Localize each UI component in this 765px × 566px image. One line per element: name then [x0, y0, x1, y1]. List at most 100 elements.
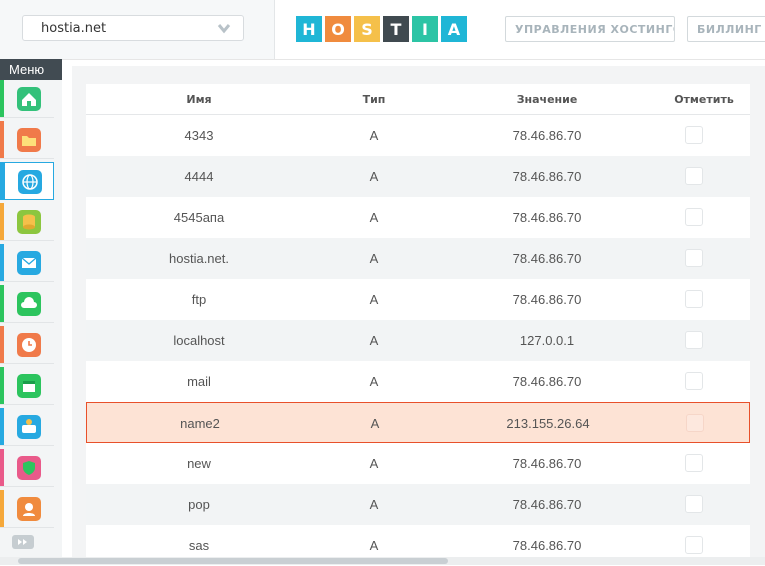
- logo-letter: S: [354, 16, 380, 42]
- nav-hosting-management-label: УПРАВЛЕНИЯ ХОСТИНГОМ: [515, 22, 674, 36]
- sidebar-item-folder[interactable]: [0, 121, 54, 159]
- table-row[interactable]: 4343 A 78.46.86.70: [86, 115, 750, 156]
- sidebar-item-stripe: [0, 203, 4, 240]
- support-user-icon: [17, 497, 41, 521]
- row-checkbox[interactable]: [685, 331, 703, 349]
- table-row[interactable]: ftp A 78.46.86.70: [86, 279, 750, 320]
- header-divider: [274, 0, 275, 59]
- clock-icon: [17, 333, 41, 357]
- sidebar-item-shield[interactable]: [0, 449, 54, 487]
- calendar-icon: [17, 374, 41, 398]
- table-row[interactable]: 4444 A 78.46.86.70: [86, 156, 750, 197]
- folder-icon: [17, 128, 41, 152]
- dns-records-table: Имя Тип Значение Отметить 4343 A 78.46.86.…: [86, 84, 750, 566]
- cell-value: 78.46.86.70: [512, 251, 582, 266]
- database-icon: [17, 210, 41, 234]
- row-checkbox[interactable]: [685, 454, 703, 472]
- domain-select-value: hostia.net: [41, 21, 107, 36]
- cell-name: 4343: [184, 128, 214, 143]
- row-checkbox[interactable]: [685, 208, 703, 226]
- www-globe-icon: [18, 170, 42, 194]
- sidebar-item-database[interactable]: [0, 203, 54, 241]
- sidebar-item-stripe: [0, 244, 4, 281]
- sidebar-item-stripe: [0, 408, 4, 445]
- cell-type: A: [369, 456, 379, 471]
- table-row[interactable]: pop A 78.46.86.70: [86, 484, 750, 525]
- sidebar-item-php[interactable]: [0, 408, 54, 446]
- sidebar-item-stripe: [0, 326, 4, 363]
- col-header-value[interactable]: Значение: [436, 84, 658, 114]
- logo-letter: A: [441, 16, 467, 42]
- cell-type: A: [369, 169, 379, 184]
- table-row[interactable]: new A 78.46.86.70: [86, 443, 750, 484]
- row-checkbox[interactable]: [685, 536, 703, 554]
- logo-letter: H: [296, 16, 322, 42]
- sidebar-item-home[interactable]: [0, 80, 54, 118]
- sidebar-expand-button[interactable]: [12, 535, 34, 549]
- fast-forward-icon: [18, 539, 27, 545]
- sidebar-item-stripe: [0, 367, 4, 404]
- sidebar-item-stripe: [0, 449, 4, 486]
- table-row[interactable]: hostia.net. A 78.46.86.70: [86, 238, 750, 279]
- cell-value: 213.155.26.64: [506, 416, 590, 431]
- cell-name: mail: [187, 374, 211, 389]
- nav-hosting-management[interactable]: УПРАВЛЕНИЯ ХОСТИНГОМ: [505, 16, 675, 42]
- sidebar-item-stripe: [0, 80, 4, 117]
- cell-type: A: [370, 416, 380, 431]
- sidebar-item-clock[interactable]: [0, 326, 54, 364]
- row-checkbox[interactable]: [685, 249, 703, 267]
- chevron-down-icon: [217, 24, 231, 34]
- php-icon: [17, 415, 41, 439]
- cell-value: 78.46.86.70: [512, 374, 582, 389]
- mail-icon: [17, 251, 41, 275]
- cell-type: A: [369, 374, 379, 389]
- table-row[interactable]: name2 A 213.155.26.64: [86, 402, 750, 443]
- sidebar-item-mail[interactable]: [0, 244, 54, 282]
- sidebar-item-support-user[interactable]: [0, 490, 54, 528]
- cell-type: A: [369, 292, 379, 307]
- row-checkbox[interactable]: [685, 495, 703, 513]
- table-row[interactable]: 4545апа A 78.46.86.70: [86, 197, 750, 238]
- sidebar-item-stripe: [0, 490, 4, 527]
- cell-name: name2: [180, 416, 220, 431]
- menu-label: Меню: [0, 59, 62, 80]
- col-header-name[interactable]: Имя: [86, 84, 312, 114]
- row-checkbox[interactable]: [686, 414, 704, 432]
- logo-letter: I: [412, 16, 438, 42]
- cell-value: 78.46.86.70: [512, 456, 582, 471]
- cell-value: 78.46.86.70: [512, 497, 582, 512]
- cell-value: 78.46.86.70: [512, 292, 582, 307]
- nav-billing[interactable]: БИЛЛИНГ П: [687, 16, 765, 42]
- hostia-logo[interactable]: HOSTIA: [296, 16, 470, 42]
- sidebar-item-stripe: [0, 121, 4, 158]
- cell-type: A: [369, 210, 379, 225]
- cell-name: ftp: [191, 292, 207, 307]
- cell-type: A: [369, 333, 379, 348]
- sidebar-item-stripe: [0, 285, 4, 322]
- sidebar-item-www-globe[interactable]: [0, 162, 54, 200]
- logo-letter: O: [325, 16, 351, 42]
- sidebar-item-ftp-cloud[interactable]: [0, 285, 54, 323]
- top-bar: hostia.net HOSTIA УПРАВЛЕНИЯ ХОСТИНГОМ Б…: [0, 0, 765, 60]
- domain-select[interactable]: hostia.net: [22, 15, 244, 41]
- row-checkbox[interactable]: [685, 167, 703, 185]
- row-checkbox[interactable]: [685, 290, 703, 308]
- row-checkbox[interactable]: [685, 126, 703, 144]
- sidebar-item-calendar[interactable]: [0, 367, 54, 405]
- table-row[interactable]: localhost A 127.0.0.1: [86, 320, 750, 361]
- shield-icon: [17, 456, 41, 480]
- cell-value: 78.46.86.70: [512, 210, 582, 225]
- home-icon: [17, 87, 41, 111]
- table-header: Имя Тип Значение Отметить: [86, 84, 750, 115]
- horizontal-scrollbar[interactable]: [0, 557, 765, 565]
- sidebar-item-stripe: [1, 163, 5, 199]
- col-header-type[interactable]: Тип: [312, 84, 436, 114]
- logo-letter: T: [383, 16, 409, 42]
- row-checkbox[interactable]: [685, 372, 703, 390]
- cell-type: A: [369, 128, 379, 143]
- scrollbar-thumb[interactable]: [18, 558, 448, 564]
- cell-name: pop: [188, 497, 210, 512]
- ftp-cloud-icon: [17, 292, 41, 316]
- table-row[interactable]: mail A 78.46.86.70: [86, 361, 750, 402]
- col-header-mark: Отметить: [674, 92, 734, 106]
